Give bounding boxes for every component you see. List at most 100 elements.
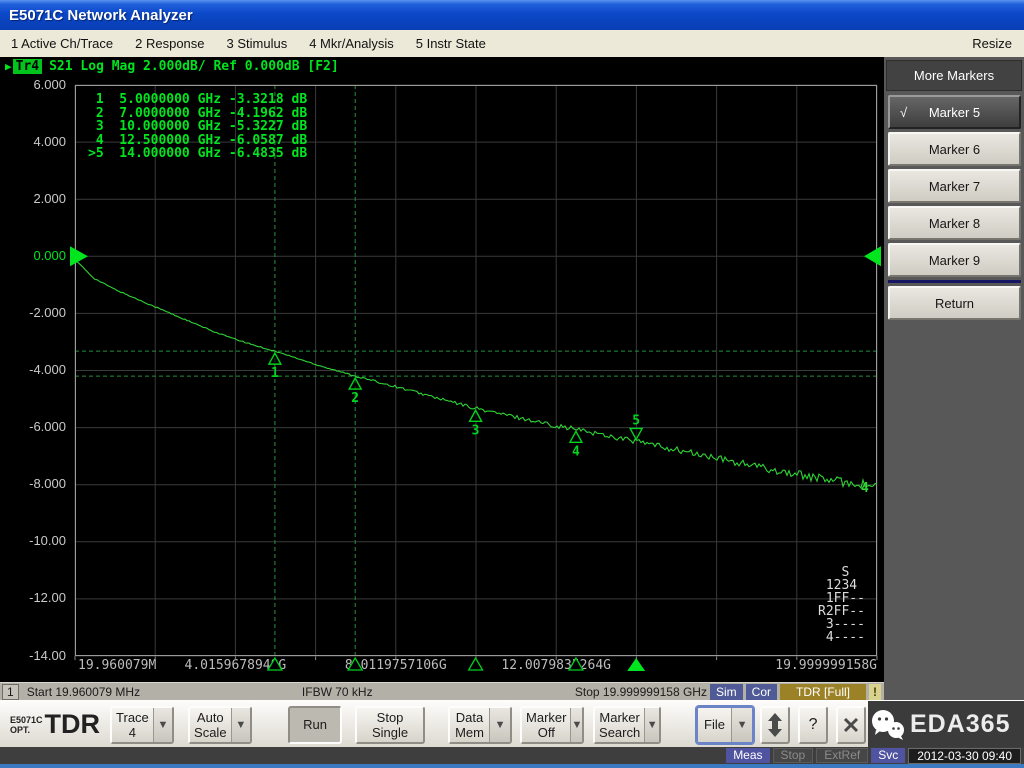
marker-off-label: MarkerOff [522, 708, 570, 742]
ref-level-arrow-right [864, 246, 881, 266]
softkey-marker-9[interactable]: Marker 9 [888, 243, 1021, 277]
resize-menu-item[interactable]: Resize [960, 36, 1024, 51]
close-button[interactable] [836, 706, 866, 744]
status-badge-stop: Stop [773, 748, 814, 763]
softkey-label: Marker 7 [929, 179, 980, 194]
updown-arrows-icon [766, 712, 784, 738]
y-axis-tick-label: 0.000 [0, 248, 66, 263]
menu-item-2[interactable]: 2 Response [124, 36, 215, 51]
dropdown-arrow-icon[interactable]: ▼ [231, 708, 250, 742]
status-badge-extref: ExtRef [816, 748, 868, 763]
bottom-accent-strip [0, 764, 1024, 768]
status-badge-meas: Meas [726, 748, 769, 763]
button-text-line: File [704, 717, 725, 732]
status-badges: Meas StopExtRefSvc [723, 748, 905, 763]
checkmark-icon: √ [900, 105, 907, 120]
trace-marker-triangle [349, 378, 361, 389]
button-text-line: Off [538, 725, 555, 740]
menu-item-3[interactable]: 3 Stimulus [216, 36, 299, 51]
marker-off-button[interactable]: MarkerOff▼ [520, 706, 584, 744]
stop-single-button[interactable]: StopSingle [355, 706, 425, 744]
trace-select-button[interactable]: Trace4▼ [110, 706, 174, 744]
axis-marker-triangle [268, 658, 282, 670]
auto-scale-button[interactable]: AutoScale▼ [188, 706, 252, 744]
toolbar: E5071C OPT. TDR Trace4▼AutoScale▼RunStop… [0, 700, 1024, 748]
file-label: File [698, 708, 731, 742]
softkey-return[interactable]: Return [888, 286, 1021, 320]
marker-table-row: 3 10.000000 GHz -5.3227 dB [88, 120, 307, 134]
softkey-marker-7[interactable]: Marker 7 [888, 169, 1021, 203]
data-mem-button[interactable]: DataMem ▼ [448, 706, 512, 744]
status-badge-svc: Svc [871, 748, 905, 763]
channel-number: 1 [2, 684, 19, 700]
softkey-label: Return [935, 296, 974, 311]
button-text-line: Data [456, 710, 483, 725]
help-label: ? [800, 708, 826, 742]
auto-scale-label: AutoScale [190, 708, 231, 742]
axis-marker-triangle [348, 658, 362, 670]
application-window: E5071C Network Analyzer 1 Active Ch/Trac… [0, 0, 1024, 768]
button-text-line: Search [599, 725, 640, 740]
trace-marker-number: 4 [572, 444, 580, 459]
softkey-label: Marker 5 [929, 105, 980, 120]
button-text-line: Auto [197, 710, 224, 725]
menu-item-4[interactable]: 4 Mkr/Analysis [298, 36, 405, 51]
menu-items: 1 Active Ch/Trace2 Response3 Stimulus4 M… [0, 36, 497, 51]
dropdown-arrow-icon[interactable]: ▼ [644, 708, 659, 742]
button-text-line: Run [303, 717, 327, 732]
softkey-buttons: √ Marker 5 Marker 6 Marker 7 Marker 8 Marker … [884, 95, 1024, 320]
y-axis-tick-label: -2.000 [0, 305, 66, 320]
channel-badge-cor: Cor [746, 684, 777, 700]
dropdown-arrow-icon[interactable]: ▼ [731, 708, 752, 742]
stop-frequency: Stop 19.999999158 GHz [575, 685, 707, 699]
logo-opt: OPT. [10, 725, 43, 735]
y-axis-tick-label: 4.000 [0, 134, 66, 149]
button-text-line: Trace [116, 710, 149, 725]
menu-item-1[interactable]: 1 Active Ch/Trace [0, 36, 124, 51]
status-bar: MeasStopExtRefSvc 2012-03-30 09:40 [0, 747, 1024, 764]
help-button[interactable]: ? [798, 706, 828, 744]
button-text-line: Marker [526, 710, 566, 725]
axis-marker-triangle [469, 658, 483, 670]
softkey-marker-6[interactable]: Marker 6 [888, 132, 1021, 166]
menu-item-5[interactable]: 5 Instr State [405, 36, 497, 51]
trace-status-line: ▶ Tr4 S21 Log Mag 2.000dB/ Ref 0.000dB [… [5, 59, 339, 74]
run-button[interactable]: Run [288, 706, 342, 744]
trace-marker-triangle [570, 431, 582, 442]
softkey-label: Marker 9 [929, 253, 980, 268]
softkey-menu-title: More Markers [886, 60, 1022, 91]
trace-marker-number: 2 [351, 391, 359, 406]
trace-end-label: 4 [861, 481, 869, 496]
y-axis-tick-label: 6.000 [0, 77, 66, 92]
y-axis-tick-label: -4.000 [0, 362, 66, 377]
trace-select-label: Trace4 [112, 708, 153, 742]
softkey-label: Marker 6 [929, 142, 980, 157]
dropdown-arrow-icon[interactable]: ▼ [489, 708, 510, 742]
dropdown-arrow-icon[interactable]: ▼ [153, 708, 172, 742]
dropdown-arrow-icon[interactable]: ▼ [570, 708, 582, 742]
window-title: E5071C Network Analyzer [0, 7, 193, 24]
instrument-screen: ▶ Tr4 S21 Log Mag 2.000dB/ Ref 0.000dB [… [0, 57, 884, 682]
softkey-marker-8[interactable]: Marker 8 [888, 206, 1021, 240]
measurement-plot[interactable]: 123454 [75, 85, 877, 672]
button-text-line: Mem [455, 725, 484, 740]
logo-tdr: TDR [45, 709, 101, 740]
softkey-sidebar: More Markers √ Marker 5 Marker 6 Marker 7 Ma… [884, 57, 1024, 747]
softkey-marker-5[interactable]: √ Marker 5 [888, 95, 1021, 129]
logo-model: E5071C [10, 715, 43, 725]
marker-table-row: 4 12.500000 GHz -6.0587 dB [88, 134, 307, 148]
title-bar: E5071C Network Analyzer [0, 0, 1024, 30]
watermark-panel: EDA365 [868, 701, 1024, 748]
y-axis-tick-label: 2.000 [0, 191, 66, 206]
channel-badge-: ! [869, 684, 881, 700]
button-text-line: Scale [194, 725, 227, 740]
updown-button[interactable] [760, 706, 790, 744]
marker-search-button[interactable]: MarkerSearch ▼ [593, 706, 661, 744]
close-x-icon [843, 717, 859, 733]
trace-badge[interactable]: Tr4 [13, 59, 42, 74]
marker-table-row: 2 7.0000000 GHz -4.1962 dB [88, 107, 307, 121]
trace-marker-triangle [269, 353, 281, 364]
file-button[interactable]: File ▼ [696, 706, 754, 744]
button-text-line: Marker [599, 710, 639, 725]
marker-table-row: 1 5.0000000 GHz -3.3218 dB [88, 93, 307, 107]
